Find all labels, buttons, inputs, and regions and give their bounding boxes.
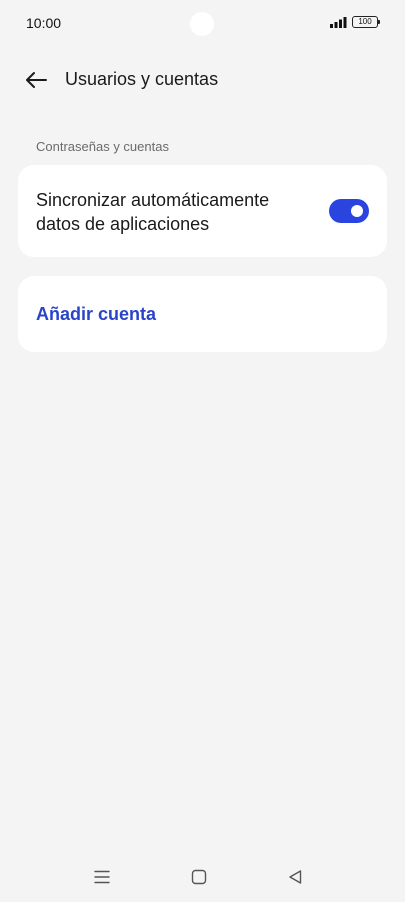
navigation-bar [0, 860, 405, 894]
home-button[interactable] [184, 864, 214, 890]
menu-icon [94, 870, 110, 884]
nav-back-button[interactable] [280, 864, 310, 890]
add-account-button[interactable]: Añadir cuenta [18, 276, 387, 352]
arrow-left-icon [26, 72, 47, 88]
header: Usuarios y cuentas [0, 58, 405, 102]
back-triangle-icon [289, 870, 302, 884]
section-label: Contraseñas y cuentas [36, 139, 169, 154]
home-square-icon [191, 869, 207, 885]
add-account-label: Añadir cuenta [36, 304, 157, 324]
screen: 10:00 100 Usuarios y cuentas Contraseñas… [0, 0, 405, 902]
status-bar: 10:00 100 [0, 0, 405, 46]
signal-icon [330, 17, 347, 28]
back-button[interactable] [20, 66, 52, 94]
camera-cutout [190, 12, 214, 36]
toggle-knob [351, 205, 363, 217]
battery-level: 100 [358, 17, 372, 26]
sync-setting-label: Sincronizar automáticamente datos de apl… [36, 190, 270, 234]
recents-button[interactable] [87, 864, 117, 890]
sync-toggle[interactable] [329, 199, 369, 223]
battery-icon: 100 [352, 16, 380, 28]
status-time: 10:00 [26, 15, 62, 31]
page-title: Usuarios y cuentas [65, 69, 219, 89]
sync-setting-card: Sincronizar automáticamente datos de apl… [18, 165, 387, 257]
